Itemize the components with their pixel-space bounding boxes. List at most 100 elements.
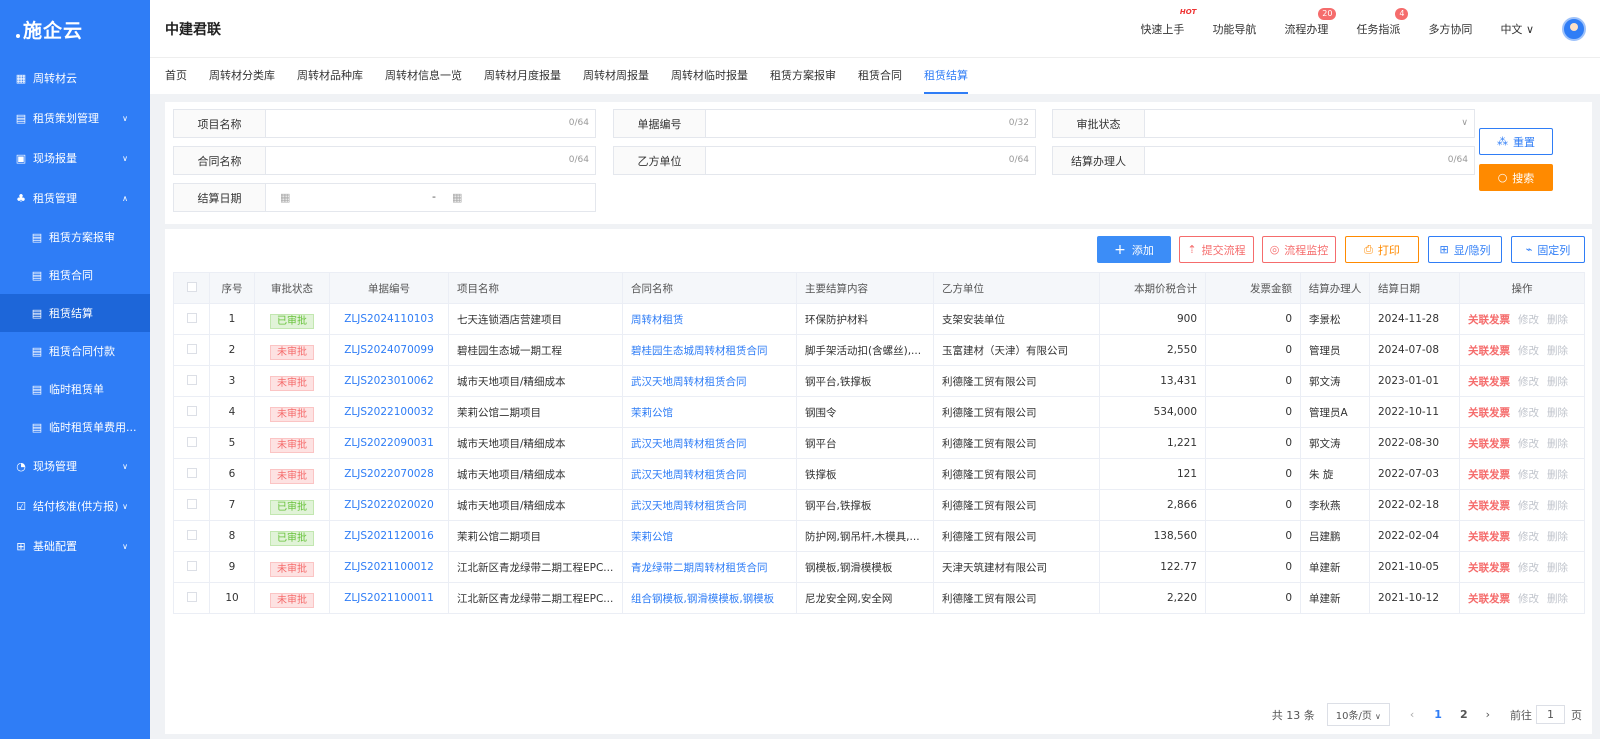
sidebar-item-temp-lease[interactable]: ▤ 临时租赁单: [0, 370, 150, 408]
sidebar-item-zhouzhuancai-cloud[interactable]: ▦ 周转材云: [0, 58, 150, 98]
contract-name-link[interactable]: 茉莉公馆: [622, 520, 797, 552]
row-checkbox[interactable]: [186, 343, 197, 354]
tab-info-list[interactable]: 周转材信息一览: [385, 58, 462, 94]
table-row[interactable]: 4 未审批 ZLJS2022100032 茉莉公馆二期项目 茉莉公馆 钢围令 利德隆工贸有限…: [173, 396, 1585, 428]
edit-button[interactable]: 修改: [1518, 376, 1539, 388]
sidebar-item-site-report[interactable]: ▣ 现场报量 ∨: [0, 138, 150, 178]
contract-name-link[interactable]: 茉莉公馆: [622, 396, 797, 428]
link-invoice-button[interactable]: 关联发票: [1468, 407, 1510, 419]
row-checkbox[interactable]: [186, 436, 197, 447]
contract-name-link[interactable]: 武汉天地周转材租赁合同: [622, 365, 797, 397]
table-row[interactable]: 3 未审批 ZLJS2023010062 城市天地项目/精细成本 武汉天地周转材租赁合同…: [173, 365, 1585, 397]
doc-no-link[interactable]: ZLJS2022020020: [329, 489, 449, 521]
page-input[interactable]: 1: [1536, 705, 1565, 724]
language-select[interactable]: 中文 ∨: [1500, 21, 1534, 37]
doc-no-link[interactable]: ZLJS2024110103: [329, 303, 449, 335]
toggle-columns-button[interactable]: ⊞ 显/隐列: [1428, 236, 1502, 263]
party-b-input[interactable]: 0/64: [706, 147, 1035, 174]
link-invoice-button[interactable]: 关联发票: [1468, 500, 1510, 512]
row-checkbox[interactable]: [186, 312, 197, 323]
sidebar-item-basic-config[interactable]: ⊞ 基础配置 ∨: [0, 526, 150, 566]
link-invoice-button[interactable]: 关联发票: [1468, 562, 1510, 574]
contract-name-link[interactable]: 武汉天地周转材租赁合同: [622, 489, 797, 521]
page-1[interactable]: 1: [1434, 708, 1442, 721]
page-2[interactable]: 2: [1460, 708, 1468, 721]
select-all-checkbox[interactable]: [186, 281, 197, 292]
link-invoice-button[interactable]: 关联发票: [1468, 593, 1510, 605]
doc-no-link[interactable]: ZLJS2023010062: [329, 365, 449, 397]
doc-no-link[interactable]: ZLJS2022090031: [329, 427, 449, 459]
edit-button[interactable]: 修改: [1518, 438, 1539, 450]
doc-no-link[interactable]: ZLJS2021100011: [329, 582, 449, 614]
sidebar-item-lease-management[interactable]: ♣ 租赁管理 ∧: [0, 178, 150, 218]
nav-quick-start[interactable]: 快速上手 HOT: [1140, 8, 1196, 37]
tab-variety-lib[interactable]: 周转材品种库: [297, 58, 363, 94]
delete-button[interactable]: 删除: [1547, 500, 1568, 512]
fixed-columns-button[interactable]: ⌁ 固定列: [1511, 236, 1585, 263]
tab-lease-settlement[interactable]: 租赁结算: [924, 58, 968, 94]
contract-name-link[interactable]: 碧桂园生态城周转材租赁合同: [622, 334, 797, 366]
doc-no-link[interactable]: ZLJS2021120016: [329, 520, 449, 552]
table-row[interactable]: 6 未审批 ZLJS2022070028 城市天地项目/精细成本 武汉天地周转材租赁合同…: [173, 458, 1585, 490]
nav-process[interactable]: 流程办理 20: [1284, 8, 1337, 37]
table-row[interactable]: 9 未审批 ZLJS2021100012 江北新区青龙绿带二期工程EPC... 青龙绿带…: [173, 551, 1585, 583]
doc-no-link[interactable]: ZLJS2022070028: [329, 458, 449, 490]
edit-button[interactable]: 修改: [1518, 531, 1539, 543]
print-button[interactable]: ⎙ 打印: [1345, 236, 1419, 263]
doc-no-link[interactable]: ZLJS2021100012: [329, 551, 449, 583]
sidebar-item-temp-lease-fee[interactable]: ▤ 临时租赁单费用...: [0, 408, 150, 446]
delete-button[interactable]: 删除: [1547, 562, 1568, 574]
edit-button[interactable]: 修改: [1518, 469, 1539, 481]
search-button[interactable]: ○ 搜索: [1479, 164, 1553, 191]
contract-name-link[interactable]: 武汉天地周转材租赁合同: [622, 458, 797, 490]
project-name-input[interactable]: 0/64: [266, 110, 595, 137]
tab-temp-report[interactable]: 周转材临时报量: [671, 58, 748, 94]
row-checkbox[interactable]: [186, 498, 197, 509]
sidebar-item-site-management[interactable]: ◔ 现场管理 ∨: [0, 446, 150, 486]
contract-name-input[interactable]: 0/64: [266, 147, 595, 174]
link-invoice-button[interactable]: 关联发票: [1468, 438, 1510, 450]
edit-button[interactable]: 修改: [1518, 593, 1539, 605]
table-row[interactable]: 2 未审批 ZLJS2024070099 碧桂园生态城一期工程 碧桂园生态城周转材租赁合…: [173, 334, 1585, 366]
edit-button[interactable]: 修改: [1518, 500, 1539, 512]
edit-button[interactable]: 修改: [1518, 407, 1539, 419]
doc-no-link[interactable]: ZLJS2022100032: [329, 396, 449, 428]
edit-button[interactable]: 修改: [1518, 562, 1539, 574]
sidebar-item-lease-contract[interactable]: ▤ 租赁合同: [0, 256, 150, 294]
page-size-select[interactable]: 10条/页 ∨: [1326, 703, 1390, 726]
link-invoice-button[interactable]: 关联发票: [1468, 314, 1510, 326]
link-invoice-button[interactable]: 关联发票: [1468, 345, 1510, 357]
date-range-picker[interactable]: ▦ - ▦: [266, 184, 595, 211]
submit-flow-button[interactable]: ⇡ 提交流程: [1179, 236, 1254, 263]
table-row[interactable]: 1 已审批 ZLJS2024110103 七天连锁酒店营建项目 周转材租赁 环保防护材料支…: [173, 303, 1585, 335]
sidebar-item-lease-settlement[interactable]: ▤ 租赁结算: [0, 294, 150, 332]
nav-task-assign[interactable]: 任务指派 4: [1356, 8, 1409, 37]
row-checkbox[interactable]: [186, 560, 197, 571]
prev-page-icon[interactable]: ‹: [1410, 708, 1414, 721]
delete-button[interactable]: 删除: [1547, 531, 1568, 543]
contract-name-link[interactable]: 武汉天地周转材租赁合同: [622, 427, 797, 459]
handler-input[interactable]: 0/64: [1145, 147, 1474, 174]
nav-collaboration[interactable]: 多方协同: [1428, 21, 1472, 37]
delete-button[interactable]: 删除: [1547, 593, 1568, 605]
delete-button[interactable]: 删除: [1547, 314, 1568, 326]
table-row[interactable]: 8 已审批 ZLJS2021120016 茉莉公馆二期项目 茉莉公馆 防护网,钢吊杆,木模…: [173, 520, 1585, 552]
approval-status-select[interactable]: ∨: [1145, 110, 1474, 137]
link-invoice-button[interactable]: 关联发票: [1468, 531, 1510, 543]
sidebar-item-lease-plan-review[interactable]: ▤ 租赁方案报审: [0, 218, 150, 256]
row-checkbox[interactable]: [186, 529, 197, 540]
table-row[interactable]: 5 未审批 ZLJS2022090031 城市天地项目/精细成本 武汉天地周转材租赁合同…: [173, 427, 1585, 459]
table-row[interactable]: 7 已审批 ZLJS2022020020 城市天地项目/精细成本 武汉天地周转材租赁合同…: [173, 489, 1585, 521]
flow-monitor-button[interactable]: ◎ 流程监控: [1262, 236, 1336, 263]
table-row[interactable]: 10 未审批 ZLJS2021100011 江北新区青龙绿带二期工程EPC... 组合钢…: [173, 582, 1585, 614]
row-checkbox[interactable]: [186, 374, 197, 385]
contract-name-link[interactable]: 组合钢模板,钢滑模模板,钢模板: [622, 582, 797, 614]
edit-button[interactable]: 修改: [1518, 345, 1539, 357]
sidebar-item-lease-plan[interactable]: ▤ 租赁策划管理 ∨: [0, 98, 150, 138]
link-invoice-button[interactable]: 关联发票: [1468, 469, 1510, 481]
next-page-icon[interactable]: ›: [1486, 708, 1490, 721]
link-invoice-button[interactable]: 关联发票: [1468, 376, 1510, 388]
tab-lease-contract[interactable]: 租赁合同: [858, 58, 902, 94]
tab-plan-review[interactable]: 租赁方案报审: [770, 58, 836, 94]
delete-button[interactable]: 删除: [1547, 345, 1568, 357]
